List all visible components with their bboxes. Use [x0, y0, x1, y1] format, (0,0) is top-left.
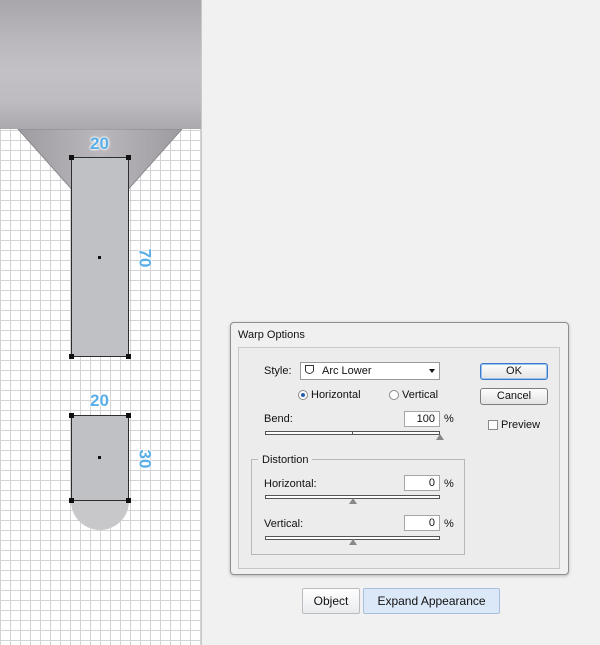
- style-label: Style:: [264, 365, 292, 377]
- slider-thumb-icon[interactable]: [436, 434, 444, 440]
- selection-handle[interactable]: [69, 155, 74, 160]
- selection-handle[interactable]: [69, 498, 74, 503]
- style-value: Arc Lower: [322, 365, 372, 377]
- center-point: [98, 456, 101, 459]
- cylinder-shape[interactable]: [0, 0, 201, 129]
- ok-button[interactable]: OK: [480, 363, 548, 380]
- slider-thumb-icon[interactable]: [348, 498, 357, 504]
- bend-unit: %: [444, 413, 454, 425]
- vertical-distortion-unit: %: [444, 518, 454, 530]
- selection-handle[interactable]: [126, 155, 131, 160]
- dimension-label-height: 30: [135, 449, 155, 469]
- arc-lower-icon: [305, 365, 314, 374]
- selection-handle[interactable]: [69, 413, 74, 418]
- style-select[interactable]: Arc Lower: [300, 362, 440, 380]
- dimension-label-height: 70: [135, 248, 155, 268]
- horizontal-radio[interactable]: [298, 390, 308, 400]
- preview-checkbox[interactable]: [488, 420, 498, 430]
- dimension-label-width: 20: [90, 391, 109, 410]
- cancel-button[interactable]: Cancel: [480, 388, 548, 405]
- selection-handle[interactable]: [69, 354, 74, 359]
- vertical-distortion-label: Vertical:: [264, 518, 304, 530]
- selection-handle[interactable]: [126, 413, 131, 418]
- selection-handle[interactable]: [126, 354, 131, 359]
- horizontal-radio-label[interactable]: Horizontal: [311, 389, 361, 401]
- dropdown-arrow-icon: [429, 369, 435, 373]
- dialog-title: Warp Options: [238, 329, 305, 341]
- vertical-distortion-input[interactable]: 0: [404, 515, 440, 531]
- selection-handle[interactable]: [126, 498, 131, 503]
- vertical-radio[interactable]: [389, 390, 399, 400]
- bend-slider-center-tick: [352, 431, 353, 435]
- bend-input[interactable]: 100: [404, 411, 440, 427]
- horizontal-distortion-input[interactable]: 0: [404, 475, 440, 491]
- artboard-canvas[interactable]: 20 70 20 30: [0, 0, 202, 645]
- bend-label: Bend:: [264, 413, 293, 425]
- warp-options-dialog: Warp Options Style: Arc Lower Horizontal…: [230, 322, 569, 575]
- horizontal-distortion-unit: %: [444, 478, 454, 490]
- preview-label[interactable]: Preview: [501, 419, 540, 431]
- center-point: [98, 256, 101, 259]
- vertical-radio-label[interactable]: Vertical: [402, 389, 438, 401]
- distortion-group: [251, 459, 465, 555]
- object-button[interactable]: Object: [302, 588, 360, 614]
- horizontal-distortion-label: Horizontal:: [264, 478, 317, 490]
- slider-thumb-icon[interactable]: [348, 539, 357, 545]
- expand-appearance-button[interactable]: Expand Appearance: [363, 588, 500, 614]
- semicircle-shape[interactable]: [71, 501, 129, 530]
- distortion-group-label: Distortion: [258, 454, 313, 466]
- dimension-label-width: 20: [90, 134, 109, 153]
